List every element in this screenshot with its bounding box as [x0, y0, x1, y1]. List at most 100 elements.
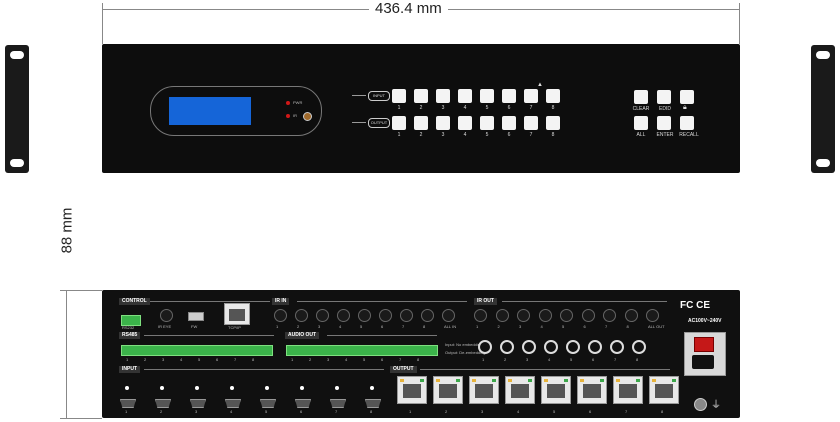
output-1-button[interactable] — [392, 116, 406, 130]
enter-button[interactable] — [657, 116, 671, 130]
ir-eye-label: IR EYE — [158, 324, 172, 329]
data-led — [492, 379, 496, 382]
rs485-number: 8 — [252, 357, 255, 362]
edid-button[interactable] — [657, 90, 671, 104]
power-switch[interactable] — [694, 337, 714, 352]
hdbaset-output-label: 7 — [625, 409, 628, 414]
ir-out-port — [560, 309, 573, 322]
input-3-button[interactable] — [436, 89, 450, 103]
audio-rca-label: 3 — [526, 357, 529, 362]
data-led — [456, 379, 460, 382]
left-rack-ear — [5, 45, 29, 173]
link-led — [400, 379, 404, 382]
ir-in-section-line — [297, 301, 467, 302]
audio-rca-jack — [610, 340, 624, 354]
lock-button[interactable] — [680, 90, 694, 104]
ir-in-port — [316, 309, 329, 322]
hdmi-input-port — [330, 399, 346, 408]
ir-in-label: 6 — [381, 324, 384, 329]
clear-button[interactable] — [634, 90, 648, 104]
hdbaset-output-port — [469, 376, 499, 404]
pwr-led-label: PWR — [293, 100, 303, 105]
input-indicator — [195, 386, 199, 390]
input-indicator — [370, 386, 374, 390]
output-4-button[interactable] — [458, 116, 472, 130]
ir-in-section-label: IR IN — [272, 298, 290, 305]
output-8-button[interactable] — [546, 116, 560, 130]
hdbaset-output-port — [613, 376, 643, 404]
output-5-button[interactable] — [480, 116, 494, 130]
input-indicator — [160, 386, 164, 390]
audio-rca-jack — [632, 340, 646, 354]
input-1-label: 1 — [397, 105, 401, 111]
hdmi-input-label: 7 — [335, 409, 338, 414]
input-section-line — [144, 369, 384, 370]
output-3-button[interactable] — [436, 116, 450, 130]
audio-rca-label: 8 — [636, 357, 639, 362]
input-4-button[interactable] — [458, 89, 472, 103]
all-button[interactable] — [634, 116, 648, 130]
power-rating-label: AC100V~240V — [688, 318, 722, 324]
control-section-label: CONTROL — [119, 298, 150, 305]
ir-in-port — [442, 309, 455, 322]
output-8-label: 8 — [551, 132, 555, 138]
output-6-button[interactable] — [502, 116, 516, 130]
output-2-label: 2 — [419, 132, 423, 138]
audio-rca-label: 1 — [482, 357, 485, 362]
hdbaset-output-port — [577, 376, 607, 404]
ir-out-port — [646, 309, 659, 322]
ir-in-port — [274, 309, 287, 322]
link-led — [580, 379, 584, 382]
input-7-label: 7 — [529, 105, 533, 111]
input-indicator — [125, 386, 129, 390]
rs485-number: 4 — [180, 357, 183, 362]
output-section-line — [420, 369, 670, 370]
audio-rca-label: 7 — [614, 357, 617, 362]
ir-out-label: 7 — [605, 324, 608, 329]
hdbaset-output-port — [397, 376, 427, 404]
input-indicator — [230, 386, 234, 390]
output-3-label: 3 — [441, 132, 445, 138]
input-8-button[interactable] — [546, 89, 560, 103]
audio-out-number: 8 — [417, 357, 420, 362]
input-5-button[interactable] — [480, 89, 494, 103]
audio-out-number: 3 — [327, 357, 330, 362]
rs485-terminal-block — [121, 345, 273, 356]
input-1-button[interactable] — [392, 89, 406, 103]
ir-out-label: 4 — [540, 324, 543, 329]
output-7-button[interactable] — [524, 116, 538, 130]
rj45-jack — [655, 384, 673, 398]
edid-button-label: EDID — [659, 106, 671, 112]
input-6-button[interactable] — [502, 89, 516, 103]
output-2-button[interactable] — [414, 116, 428, 130]
hdmi-input-port — [155, 399, 171, 408]
certification-marks: FC CE — [680, 300, 710, 311]
up-arrow-icon: ▲ — [537, 82, 543, 88]
hdmi-input-port — [295, 399, 311, 408]
input-row-line — [352, 95, 366, 96]
pwr-led — [286, 101, 290, 105]
input-indicator — [265, 386, 269, 390]
hdbaset-output-label: 1 — [409, 409, 412, 414]
rj45-jack — [511, 384, 529, 398]
ground-icon: ⏚ — [711, 400, 721, 411]
audio-rca-jack — [522, 340, 536, 354]
link-led — [436, 379, 440, 382]
control-section-line — [150, 301, 270, 302]
recall-button[interactable] — [680, 116, 694, 130]
mount-hole — [816, 51, 830, 59]
ir-led-label: IR — [293, 113, 297, 118]
input-7-button[interactable] — [524, 89, 538, 103]
audio-out-number: 1 — [291, 357, 294, 362]
audio-rca-label: 4 — [548, 357, 551, 362]
hdmi-input-port — [260, 399, 276, 408]
input-2-button[interactable] — [414, 89, 428, 103]
data-led — [600, 379, 604, 382]
output-section-label: OUTPUT — [390, 366, 417, 373]
hdmi-input-label: 5 — [265, 409, 268, 414]
output-1-label: 1 — [397, 132, 401, 138]
ir-eye-port — [160, 309, 173, 322]
right-rack-ear — [811, 45, 835, 173]
audio-rca-jack — [544, 340, 558, 354]
link-led — [652, 379, 656, 382]
